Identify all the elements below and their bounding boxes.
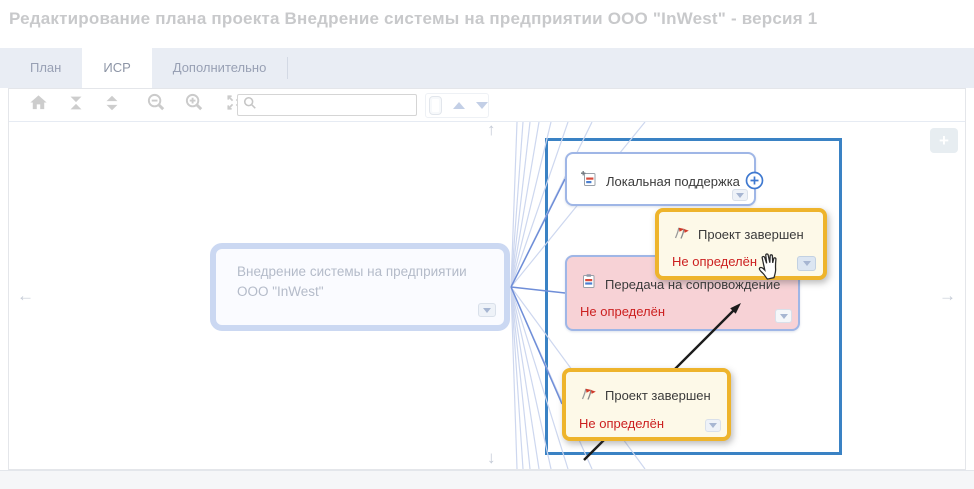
- node-collapse-button[interactable]: [732, 189, 748, 201]
- summary-task-icon: [580, 170, 598, 193]
- scroll-right-arrow[interactable]: →: [939, 286, 956, 306]
- tab-wbs[interactable]: ИСР: [82, 48, 151, 88]
- tab-additional[interactable]: Дополнительно: [152, 48, 288, 88]
- project-plan-editor-window: Редактирование плана проекта Внедрение с…: [0, 0, 974, 489]
- node-title: Проект завершен: [605, 388, 711, 403]
- expand-all-button[interactable]: [99, 92, 125, 118]
- footer-strip: [0, 470, 974, 489]
- search-input[interactable]: [261, 96, 416, 114]
- root-collapse-button[interactable]: [478, 303, 496, 317]
- zoom-out-icon: [146, 92, 167, 118]
- expand-all-icon: [102, 93, 122, 118]
- root-node[interactable]: Внедрение системы на предприятии ООО "In…: [210, 243, 510, 331]
- color-swatch[interactable]: [429, 96, 442, 115]
- chevron-down-icon: [709, 423, 717, 428]
- node-collapse-button[interactable]: [775, 309, 792, 323]
- scroll-down-arrow[interactable]: ↓: [487, 448, 496, 468]
- collapse-all-icon: [66, 93, 86, 118]
- node-collapse-button[interactable]: [705, 419, 721, 432]
- mindmap-toolbar: [9, 89, 965, 122]
- add-child-button[interactable]: [745, 171, 764, 190]
- task-icon: [580, 273, 597, 295]
- search-icon: [243, 96, 257, 115]
- node-local-support[interactable]: Локальная поддержка: [565, 152, 756, 206]
- milestone-icon: [579, 384, 597, 407]
- node-status: Не определён: [566, 416, 727, 431]
- node-title: Проект завершен: [698, 227, 804, 242]
- milestone-icon: [672, 223, 690, 246]
- mindmap-canvas[interactable]: Внедрение системы на предприятии ООО "In…: [9, 122, 965, 469]
- tab-plan[interactable]: План: [9, 48, 82, 88]
- plus-circle-icon: [745, 171, 764, 190]
- chevron-down-icon: [483, 308, 491, 313]
- wbs-panel: Внедрение системы на предприятии ООО "In…: [8, 88, 966, 470]
- tab-separator: [287, 57, 288, 79]
- chevron-down-icon: [803, 261, 811, 266]
- home-icon: [28, 92, 49, 118]
- search-box: [237, 94, 417, 116]
- collapse-all-button[interactable]: [63, 92, 89, 118]
- tab-bar: План ИСР Дополнительно: [0, 48, 974, 88]
- zoom-in-icon: [184, 92, 205, 118]
- node-project-finished[interactable]: Проект завершен Не определён: [562, 368, 731, 441]
- page-title: Редактирование плана проекта Внедрение с…: [9, 9, 969, 29]
- scroll-left-arrow[interactable]: ←: [17, 286, 34, 306]
- node-project-finished-dragged[interactable]: Проект завершен Не определён: [655, 208, 827, 280]
- node-title: Локальная поддержка: [606, 174, 740, 189]
- search-options-group: [425, 93, 489, 118]
- find-next-button[interactable]: [476, 102, 488, 109]
- scroll-up-arrow[interactable]: ↑: [487, 122, 496, 140]
- node-status: Не определён: [567, 304, 798, 319]
- chevron-down-icon: [780, 314, 788, 319]
- chevron-down-icon: [736, 193, 744, 198]
- home-button[interactable]: [25, 92, 51, 118]
- zoom-out-button[interactable]: [143, 92, 169, 118]
- zoom-in-button[interactable]: [181, 92, 207, 118]
- node-collapse-button[interactable]: [797, 256, 816, 271]
- find-previous-button[interactable]: [453, 102, 465, 109]
- add-node-button[interactable]: +: [930, 128, 958, 153]
- root-node-title: Внедрение системы на предприятии ООО "In…: [237, 262, 499, 301]
